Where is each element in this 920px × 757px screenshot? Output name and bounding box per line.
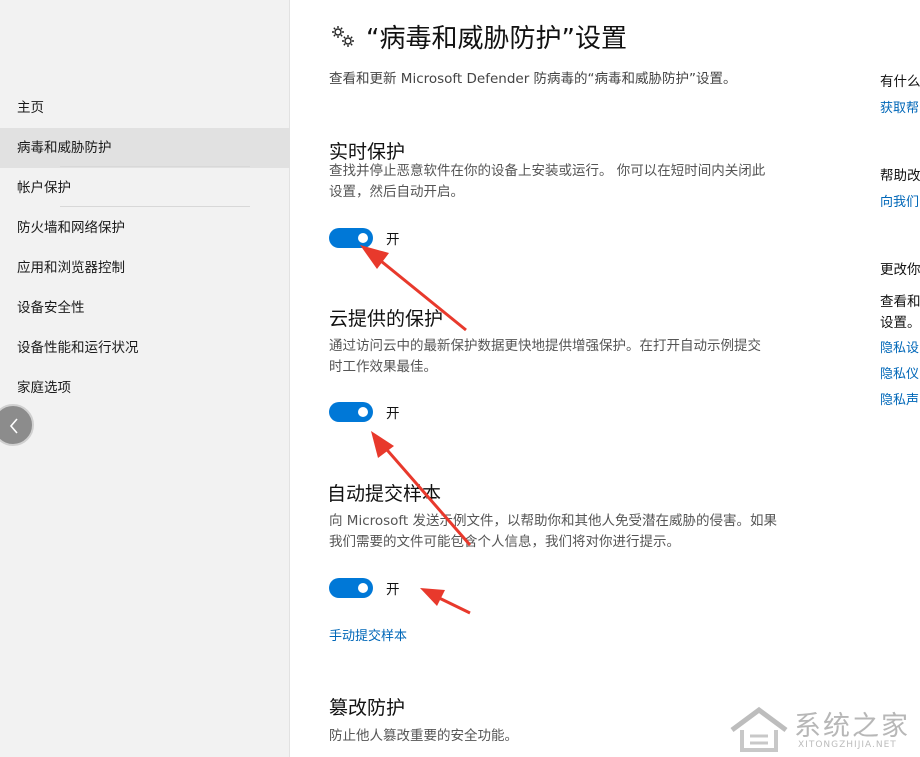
privacy-statement-link[interactable]: 隐私声 [880,389,919,408]
section-desc-cloud: 通过访问云中的最新保护数据更快地提供增强保护。在打开自动示例提交 时工作效果最佳… [329,336,829,378]
toggle-row-sample: 开 [329,578,400,598]
toggle-row-realtime: 开 [329,228,400,248]
sidebar-item-home[interactable]: 主页 [0,88,290,128]
sample-submission-toggle[interactable] [329,578,373,598]
toggle-knob [358,583,368,593]
privacy-title: 更改你 [880,262,920,278]
privacy-desc-line: 设置。 [880,315,920,331]
nav-divider [60,206,250,207]
section-title-tamper: 篡改防护 [329,697,406,719]
toggle-knob [358,233,368,243]
sidebar-item-device-performance[interactable]: 设备性能和运行状况 [0,328,290,368]
privacy-settings-link[interactable]: 隐私设 [880,337,919,356]
nav-divider [60,166,250,167]
privacy-desc-line: 查看和 [880,294,920,310]
questions-title: 有什么 [880,74,920,90]
section-title-realtime: 实时保护 [329,141,406,163]
section-desc-realtime: 查找并停止恶意软件在你的设备上安装或运行。 你可以在短时间内关闭此 设置，然后自… [329,161,829,203]
privacy-dashboard-link[interactable]: 隐私仪 [880,363,919,382]
sidebar-item-app-browser-control[interactable]: 应用和浏览器控制 [0,248,290,288]
sidebar-item-account-protection[interactable]: 帐户保护 [0,168,290,208]
submit-sample-manually-link[interactable]: 手动提交样本 [329,625,407,644]
watermark: 系统之家 XITONGZHIJIA.NET [726,700,920,757]
watermark-text: 系统之家 [794,711,910,742]
watermark-url: XITONGZHIJIA.NET [798,740,897,750]
page-title: “病毒和威胁防护”设置 [366,24,627,54]
sidebar-nav: 主页 病毒和威胁防护 帐户保护 防火墙和网络保护 应用和浏览器控制 设备安全性 … [0,0,290,757]
sidebar-item-family-options[interactable]: 家庭选项 [0,368,290,408]
house-logo-icon [730,706,788,752]
page-title-row: “病毒和威胁防护”设置 [330,18,627,55]
section-title-sample: 自动提交样本 [327,483,442,505]
realtime-protection-toggle[interactable] [329,228,373,248]
get-help-link[interactable]: 获取帮 [880,97,919,116]
main-content: “病毒和威胁防护”设置 查看和更新 Microsoft Defender 防病毒… [290,0,850,757]
help-improve-title: 帮助改 [880,168,920,184]
desc-line: 通过访问云中的最新保护数据更快地提供增强保护。在打开自动示例提交 [329,338,761,354]
gear-icon [332,25,354,47]
page-description: 查看和更新 Microsoft Defender 防病毒的“病毒和威胁防护”设置… [329,71,737,87]
sidebar-item-virus-threat-protection[interactable]: 病毒和威胁防护 [0,128,290,168]
desc-line: 查找并停止恶意软件在你的设备上安装或运行。 你可以在短时间内关闭此 [329,163,766,179]
toggle-row-cloud: 开 [329,402,400,422]
right-panel: 有什么 获取帮 帮助改 向我们 更改你 查看和 设置。 隐私设 隐私仪 隐私声 [880,0,920,757]
toggle-label: 开 [386,406,400,422]
chevron-left-icon [9,418,18,434]
toggle-knob [358,407,368,417]
desc-line: 时工作效果最佳。 [329,359,437,375]
section-title-cloud: 云提供的保护 [329,308,444,330]
feedback-link[interactable]: 向我们 [880,191,919,210]
toggle-label: 开 [386,232,400,248]
section-desc-sample: 向 Microsoft 发送示例文件，以帮助你和其他人免受潜在威胁的侵害。如果 … [329,511,829,553]
desc-line: 设置，然后自动开启。 [329,184,464,200]
desc-line: 向 Microsoft 发送示例文件，以帮助你和其他人免受潜在威胁的侵害。如果 [329,513,778,529]
back-button[interactable] [0,404,34,446]
desc-line: 我们需要的文件可能包含个人信息，我们将对你进行提示。 [329,534,680,550]
sidebar-item-device-security[interactable]: 设备安全性 [0,288,290,328]
sidebar-item-firewall[interactable]: 防火墙和网络保护 [0,208,290,248]
toggle-label: 开 [386,582,400,598]
cloud-protection-toggle[interactable] [329,402,373,422]
